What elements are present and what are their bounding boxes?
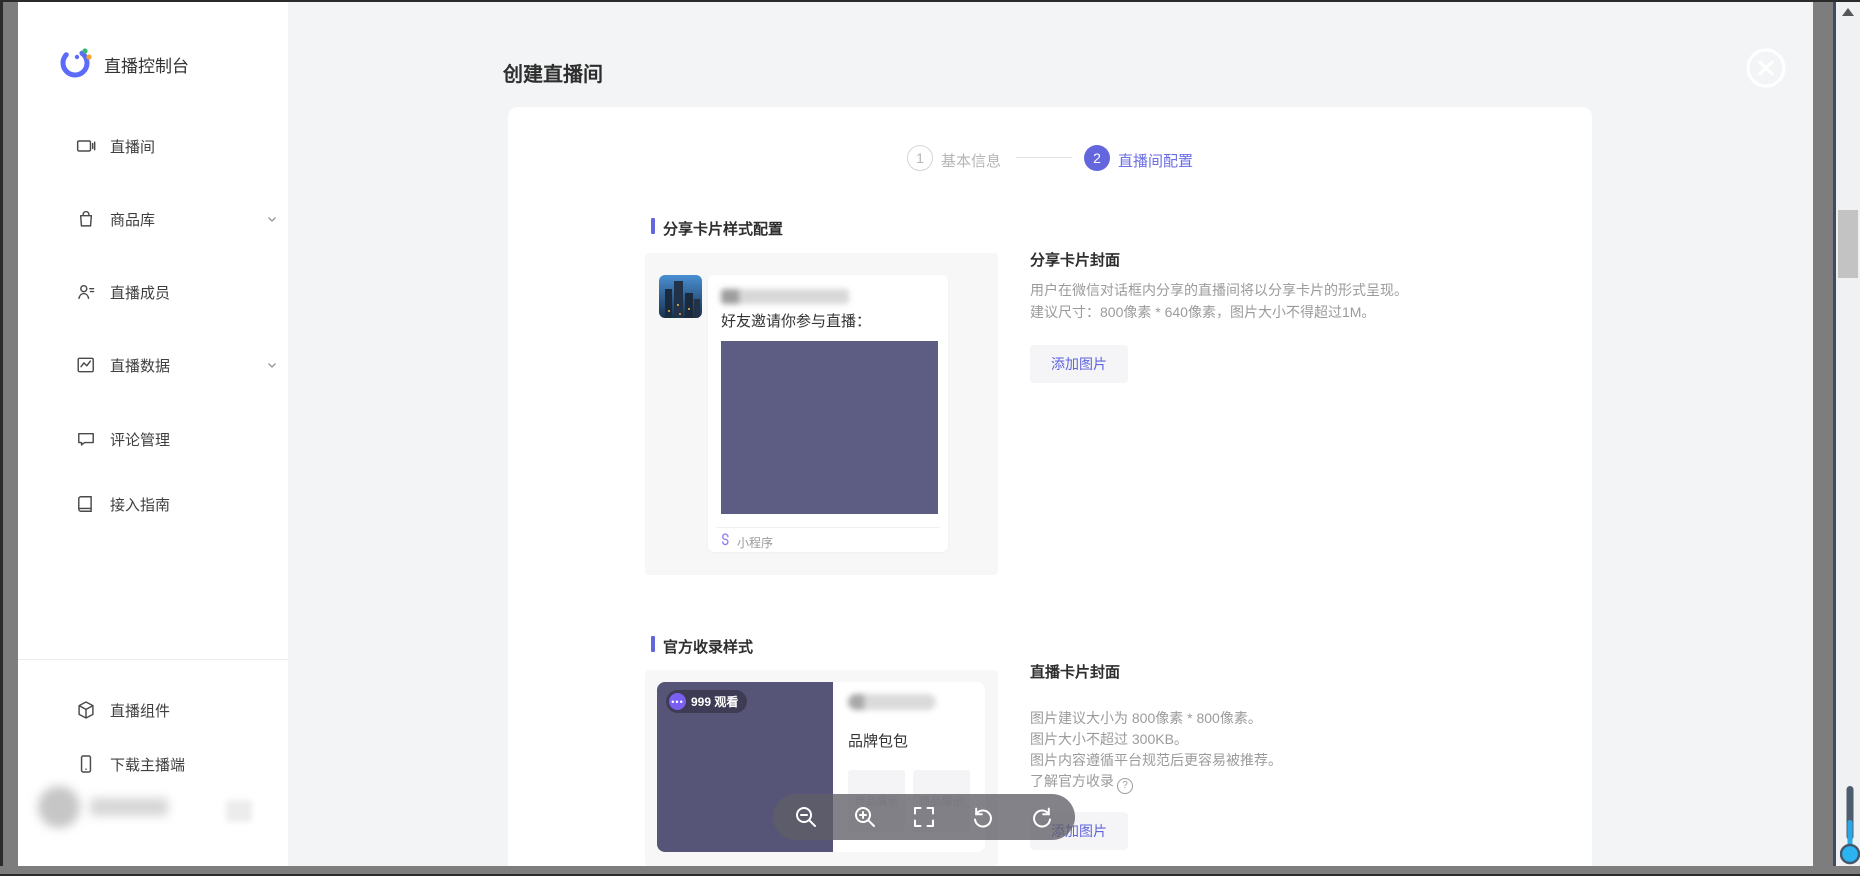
window-frame-left [0, 0, 3, 876]
zoom-out-icon[interactable] [793, 804, 819, 830]
chevron-down-icon[interactable] [266, 213, 278, 225]
rotate-right-icon[interactable] [1029, 804, 1055, 830]
live-cover-heading: 直播卡片封面 [1030, 661, 1120, 682]
step-2-circle[interactable]: 2 [1084, 145, 1110, 171]
share-cover-desc-line2: 建议尺寸：800像素 * 640像素，图片大小不得超过1M。 [1030, 302, 1375, 323]
sidebar-item-live-room[interactable]: 直播间 [36, 124, 306, 168]
share-cover-placeholder [721, 341, 938, 514]
app-logo-icon [58, 44, 94, 80]
window-frame-top [0, 0, 1860, 2]
official-help-link[interactable]: 了解官方收录? [1030, 771, 1133, 794]
fullscreen-icon[interactable] [911, 804, 937, 830]
share-section-heading: 分享卡片样式配置 [663, 218, 783, 239]
share-cover-heading: 分享卡片封面 [1030, 249, 1120, 270]
camera-icon [76, 136, 96, 156]
share-card-title-redacted [721, 289, 849, 304]
members-icon [76, 282, 96, 302]
window-frame-right-strip [1813, 2, 1834, 874]
share-card-divider [716, 527, 940, 528]
mini-program-footer: 小程序 [719, 533, 773, 551]
app-title: 直播控制台 [104, 52, 189, 77]
live-cover-desc-line2: 图片大小不超过 300KB。 [1030, 729, 1188, 750]
sidebar-item-live-members[interactable]: 直播成员 [36, 270, 306, 314]
sidebar-item-live-components[interactable]: 直播组件 [36, 688, 306, 732]
vertical-scrollbar[interactable] [1836, 2, 1860, 874]
step-2-label: 直播间配置 [1118, 150, 1193, 171]
step-connector [1016, 157, 1072, 158]
sidebar-item-download-broadcaster[interactable]: 下载主播端 [36, 742, 306, 786]
viewer-count-badge: ••• 999 观看 [666, 690, 747, 713]
official-section-heading: 官方收录样式 [663, 636, 753, 657]
window-frame-left-strip [3, 2, 18, 874]
live-cover-desc-line3: 图片内容遵循平台规范后更容易被推荐。 [1030, 750, 1282, 771]
live-cover-desc-line1: 图片建议大小为 800像素 * 800像素。 [1030, 708, 1262, 729]
add-share-image-button[interactable]: 添加图片 [1030, 345, 1128, 383]
rotate-left-icon[interactable] [970, 804, 996, 830]
mini-program-icon [719, 533, 732, 551]
question-circle-icon[interactable]: ? [1117, 778, 1133, 794]
sidebar-item-product-library[interactable]: 商品库 [36, 197, 306, 241]
window-frame-bottom-strip [0, 866, 1860, 874]
phone-icon [76, 754, 96, 774]
user-avatar[interactable] [38, 786, 80, 828]
step-1-circle[interactable]: 1 [907, 145, 933, 171]
comment-icon [76, 429, 96, 449]
section-accent-bar [651, 218, 655, 234]
share-cover-desc-line1: 用户在微信对话框内分享的直播间将以分享卡片的形式呈现。 [1030, 280, 1408, 301]
chat-avatar-image [659, 275, 702, 318]
zoom-in-icon[interactable] [852, 804, 878, 830]
chart-icon [76, 355, 96, 375]
cube-icon [76, 700, 96, 720]
viewer-count: 999 观看 [691, 693, 738, 710]
page-title: 创建直播间 [503, 58, 603, 87]
user-name-redacted [90, 798, 168, 816]
guide-icon [76, 494, 96, 514]
image-viewer-toolbar [773, 794, 1075, 840]
step-1-label: 基本信息 [941, 150, 1001, 171]
touch-cursor-indicator [1840, 784, 1860, 868]
live-card-title-redacted [848, 694, 936, 710]
live-console-window: 直播控制台 直播间 商品库 [0, 0, 1860, 876]
sidebar: 直播控制台 直播间 商品库 [18, 2, 288, 866]
section-accent-bar [651, 636, 655, 652]
sidebar-divider [18, 659, 288, 660]
chevron-down-icon[interactable] [266, 359, 278, 371]
invite-text: 好友邀请你参与直播： [721, 310, 871, 331]
sidebar-item-live-data[interactable]: 直播数据 [36, 343, 306, 387]
live-dots-icon: ••• [669, 693, 686, 710]
mini-program-label: 小程序 [737, 534, 773, 551]
close-icon[interactable] [1745, 47, 1787, 89]
user-badge-redacted [226, 800, 252, 822]
product-name: 品牌包包 [848, 730, 908, 751]
sidebar-item-comment-management[interactable]: 评论管理 [36, 417, 306, 461]
sidebar-item-integration-guide[interactable]: 接入指南 [36, 482, 306, 526]
bag-icon [76, 209, 96, 229]
scrollbar-up-arrow[interactable] [1842, 8, 1854, 16]
scrollbar-thumb[interactable] [1838, 210, 1858, 278]
